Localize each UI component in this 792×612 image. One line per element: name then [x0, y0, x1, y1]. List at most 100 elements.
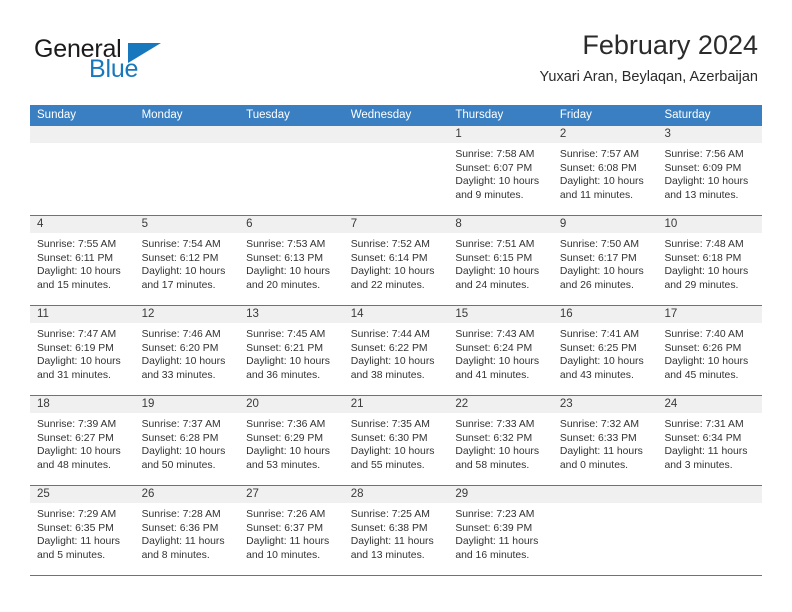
calendar-day-details: Sunrise: 7:47 AM Sunset: 6:19 PM Daylight:…: [30, 323, 135, 382]
calendar-day-cell[interactable]: 10 Sunrise: 7:48 AM Sunset: 6:18 PM Dayligh…: [657, 216, 763, 305]
sunrise-text: Sunrise: 7:54 AM: [141, 239, 221, 250]
calendar-day-header: 16: [552, 306, 658, 323]
calendar-day-header: 22: [448, 396, 553, 413]
sunrise-text: Sunrise: 7:40 AM: [664, 329, 744, 340]
sunset-text: Sunset: 6:08 PM: [559, 162, 637, 174]
calendar-day-cell-empty: [30, 126, 135, 215]
calendar-day-cell[interactable]: 23 Sunrise: 7:32 AM Sunset: 6:33 PM Dayligh…: [552, 396, 658, 485]
calendar-day-cell[interactable]: 6 Sunrise: 7:53 AM Sunset: 6:13 PM Daylight…: [239, 216, 344, 305]
calendar-day-header: 24: [657, 396, 763, 413]
sunrise-text: Sunrise: 7:58 AM: [455, 149, 535, 160]
calendar-day-header: 2: [552, 126, 658, 143]
calendar-day-header: 25: [30, 486, 135, 503]
calendar-day-number: 6: [246, 218, 253, 230]
calendar-day-cell[interactable]: 27 Sunrise: 7:26 AM Sunset: 6:37 PM Dayligh…: [239, 486, 344, 575]
calendar-day-cell[interactable]: 20 Sunrise: 7:36 AM Sunset: 6:29 PM Dayligh…: [239, 396, 344, 485]
calendar-day-cell[interactable]: 11 Sunrise: 7:47 AM Sunset: 6:19 PM Dayligh…: [30, 306, 135, 395]
weekday-header-thursday: Thursday: [455, 109, 504, 121]
daylight-text: Daylight: 10 hours and 53 minutes.: [246, 446, 330, 471]
calendar-day-cell[interactable]: 21 Sunrise: 7:35 AM Sunset: 6:30 PM Dayligh…: [343, 396, 449, 485]
calendar-day-details: Sunrise: 7:53 AM Sunset: 6:13 PM Daylight:…: [239, 233, 344, 292]
calendar-grid: Sunday Monday Tuesday Wednesday Thursday…: [30, 105, 763, 576]
calendar-day-number: 26: [141, 488, 155, 500]
sunset-text: Sunset: 6:11 PM: [37, 252, 114, 264]
calendar-day-details: Sunrise: 7:56 AM Sunset: 6:09 PM Daylight:…: [657, 143, 762, 202]
calendar-day-header: 5: [134, 216, 240, 233]
sunset-text: Sunset: 6:19 PM: [37, 342, 114, 354]
calendar-day-cell[interactable]: 19 Sunrise: 7:37 AM Sunset: 6:28 PM Dayligh…: [134, 396, 240, 485]
calendar-day-header: [30, 126, 135, 143]
daylight-text: Daylight: 10 hours and 24 minutes.: [455, 266, 540, 291]
calendar-day-cell[interactable]: 25 Sunrise: 7:29 AM Sunset: 6:35 PM Dayligh…: [30, 486, 135, 575]
calendar-day-cell[interactable]: 13 Sunrise: 7:45 AM Sunset: 6:21 PM Dayligh…: [239, 306, 344, 395]
calendar-day-details: Sunrise: 7:28 AM Sunset: 6:36 PM Daylight:…: [135, 503, 240, 562]
sunset-text: Sunset: 6:33 PM: [559, 432, 637, 444]
calendar-day-cell[interactable]: 16 Sunrise: 7:41 AM Sunset: 6:25 PM Dayligh…: [552, 306, 658, 395]
daylight-text: Daylight: 10 hours and 11 minutes.: [559, 176, 644, 201]
calendar-day-number: 8: [455, 218, 462, 230]
calendar-day-cell[interactable]: 26 Sunrise: 7:28 AM Sunset: 6:36 PM Dayligh…: [134, 486, 240, 575]
sunset-text: Sunset: 6:22 PM: [350, 342, 428, 354]
weekday-header-friday: Friday: [559, 109, 592, 121]
sunrise-text: Sunrise: 7:53 AM: [246, 239, 326, 250]
calendar-day-cell-empty: [343, 126, 449, 215]
calendar-day-number: 24: [664, 398, 678, 410]
sunset-text: Sunset: 6:27 PM: [37, 432, 114, 444]
calendar-day-header: 15: [448, 306, 553, 323]
calendar-day-cell[interactable]: 22 Sunrise: 7:33 AM Sunset: 6:32 PM Dayligh…: [448, 396, 553, 485]
sunrise-text: Sunrise: 7:26 AM: [246, 509, 326, 520]
sunrise-text: Sunrise: 7:56 AM: [664, 149, 744, 160]
calendar-day-cell[interactable]: 15 Sunrise: 7:43 AM Sunset: 6:24 PM Dayligh…: [448, 306, 553, 395]
sunset-text: Sunset: 6:15 PM: [455, 252, 533, 264]
calendar-day-cell[interactable]: 28 Sunrise: 7:25 AM Sunset: 6:38 PM Dayligh…: [343, 486, 449, 575]
sunset-text: Sunset: 6:24 PM: [455, 342, 533, 354]
calendar-day-cell[interactable]: 7 Sunrise: 7:52 AM Sunset: 6:14 PM Daylight…: [343, 216, 449, 305]
page-subtitle: Yuxari Aran, Beylaqan, Azerbaijan: [539, 69, 758, 85]
calendar-day-cell[interactable]: 5 Sunrise: 7:54 AM Sunset: 6:12 PM Daylight…: [134, 216, 240, 305]
calendar-day-details: Sunrise: 7:39 AM Sunset: 6:27 PM Daylight:…: [30, 413, 135, 472]
calendar-day-cell[interactable]: 2 Sunrise: 7:57 AM Sunset: 6:08 PM Daylight…: [552, 126, 658, 215]
calendar-day-cell[interactable]: 29 Sunrise: 7:23 AM Sunset: 6:39 PM Dayligh…: [448, 486, 553, 575]
calendar-day-details: Sunrise: 7:31 AM Sunset: 6:34 PM Daylight:…: [657, 413, 762, 472]
daylight-text: Daylight: 10 hours and 26 minutes.: [559, 266, 644, 291]
sunset-text: Sunset: 6:26 PM: [664, 342, 742, 354]
calendar-day-cell[interactable]: 17 Sunrise: 7:40 AM Sunset: 6:26 PM Dayligh…: [657, 306, 763, 395]
calendar-day-cell[interactable]: 14 Sunrise: 7:44 AM Sunset: 6:22 PM Dayligh…: [343, 306, 449, 395]
calendar-day-cell[interactable]: 18 Sunrise: 7:39 AM Sunset: 6:27 PM Dayligh…: [30, 396, 135, 485]
calendar-day-cell[interactable]: 1 Sunrise: 7:58 AM Sunset: 6:07 PM Daylight…: [448, 126, 553, 215]
calendar-day-cell[interactable]: 4 Sunrise: 7:55 AM Sunset: 6:11 PM Daylight…: [30, 216, 135, 305]
page-title: February 2024: [582, 30, 758, 60]
general-blue-logo: General Blue: [34, 36, 234, 92]
calendar-day-details: Sunrise: 7:46 AM Sunset: 6:20 PM Daylight:…: [135, 323, 240, 382]
calendar-day-number: 19: [141, 398, 155, 410]
daylight-text: Daylight: 11 hours and 10 minutes.: [246, 536, 330, 561]
sunset-text: Sunset: 6:29 PM: [246, 432, 323, 444]
calendar-day-details: Sunrise: 7:36 AM Sunset: 6:29 PM Daylight:…: [239, 413, 344, 472]
calendar-day-number: 5: [141, 218, 148, 230]
calendar-day-number: 2: [559, 128, 567, 140]
calendar-day-details: Sunrise: 7:40 AM Sunset: 6:26 PM Daylight:…: [657, 323, 762, 382]
calendar-day-number: 28: [350, 488, 364, 500]
sunset-text: Sunset: 6:25 PM: [559, 342, 637, 354]
calendar-day-cell[interactable]: 12 Sunrise: 7:46 AM Sunset: 6:20 PM Dayligh…: [134, 306, 240, 395]
calendar-day-number: 15: [455, 308, 469, 320]
calendar-day-header: 20: [239, 396, 344, 413]
calendar-day-cell[interactable]: 24 Sunrise: 7:31 AM Sunset: 6:34 PM Dayligh…: [657, 396, 763, 485]
calendar-day-details: Sunrise: 7:43 AM Sunset: 6:24 PM Daylight:…: [448, 323, 553, 382]
calendar-day-header: 8: [448, 216, 553, 233]
calendar-day-cell[interactable]: 9 Sunrise: 7:50 AM Sunset: 6:17 PM Daylight…: [552, 216, 658, 305]
sunset-text: Sunset: 6:28 PM: [141, 432, 219, 444]
sunrise-text: Sunrise: 7:44 AM: [350, 329, 430, 340]
sunrise-text: Sunrise: 7:43 AM: [455, 329, 535, 340]
sunrise-text: Sunrise: 7:55 AM: [37, 239, 117, 250]
calendar-day-cell[interactable]: 8 Sunrise: 7:51 AM Sunset: 6:15 PM Daylight…: [448, 216, 553, 305]
daylight-text: Daylight: 10 hours and 43 minutes.: [559, 356, 644, 381]
sunrise-text: Sunrise: 7:51 AM: [455, 239, 535, 250]
calendar-day-details: Sunrise: 7:25 AM Sunset: 6:38 PM Daylight:…: [344, 503, 449, 562]
calendar-day-cell[interactable]: 3 Sunrise: 7:56 AM Sunset: 6:09 PM Daylight…: [657, 126, 763, 215]
sunset-text: Sunset: 6:20 PM: [141, 342, 219, 354]
sunrise-text: Sunrise: 7:32 AM: [559, 419, 640, 430]
daylight-text: Daylight: 10 hours and 45 minutes.: [664, 356, 749, 381]
logo-text-blue: Blue: [89, 55, 139, 83]
calendar-day-header: 13: [239, 306, 344, 323]
